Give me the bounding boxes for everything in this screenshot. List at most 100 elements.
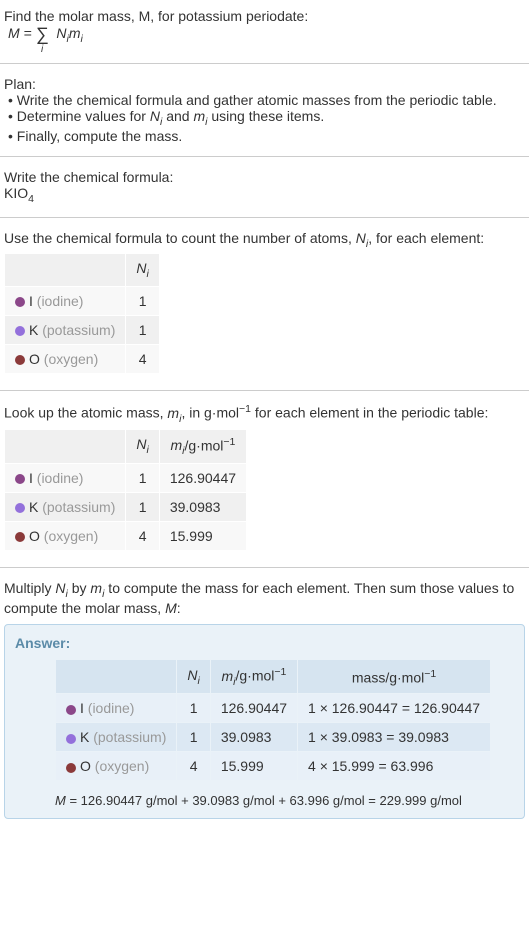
th-N: N <box>187 667 197 683</box>
answer-box: Answer: Ni mi/g·mol−1 mass/g·mol−1 I (io… <box>4 624 525 819</box>
mult-m: m <box>90 580 102 596</box>
divider <box>0 390 529 391</box>
table-row: K (potassium) 1 39.0983 <box>5 493 247 522</box>
var-M: M <box>8 25 20 41</box>
elem-name: (oxygen) <box>95 758 149 774</box>
table-row: I (iodine) 1 <box>5 287 160 316</box>
divider <box>0 217 529 218</box>
elem-sym: K <box>80 729 89 745</box>
table-header-empty <box>56 659 177 693</box>
elem-sym: I <box>80 700 84 716</box>
th-mass: mass/g·mol <box>352 669 424 685</box>
table-row: I (iodine) 1 126.90447 1 × 126.90447 = 1… <box>56 694 491 723</box>
table-header-m: mi/g·mol−1 <box>159 429 246 463</box>
element-dot-icon <box>15 355 25 365</box>
elem-name: (potassium) <box>42 499 115 515</box>
th-N: N <box>136 436 146 452</box>
element-dot-icon <box>15 532 25 542</box>
chem-formula-title: Write the chemical formula: <box>4 169 525 185</box>
elem-sym: I <box>29 293 33 309</box>
divider <box>0 156 529 157</box>
multiply-section: Multiply Ni by mi to compute the mass fo… <box>0 576 529 620</box>
elem-name: (iodine) <box>88 700 135 716</box>
elem-name: (iodine) <box>37 293 84 309</box>
element-cell: K (potassium) <box>5 316 126 345</box>
element-cell: O (oxygen) <box>5 522 126 551</box>
bullet2-end: using these items. <box>207 108 324 124</box>
elem-name: (potassium) <box>93 729 166 745</box>
plan-section: Plan: • Write the chemical formula and g… <box>0 72 529 148</box>
table-row: O (oxygen) 4 15.999 4 × 15.999 = 63.996 <box>56 752 491 781</box>
th-i: i <box>147 268 149 280</box>
element-dot-icon <box>15 503 25 513</box>
table-header-empty <box>5 254 126 287</box>
th-m-neg1: −1 <box>274 666 286 678</box>
elem-mass: 39.0983 <box>159 493 246 522</box>
mult-colon: : <box>177 600 181 616</box>
plan-bullet-2: • Determine values for Ni and mi using t… <box>4 108 525 128</box>
lookup-text-b: , in g·mol <box>181 405 239 421</box>
mult-M: M <box>165 600 177 616</box>
bullet2-and: and <box>162 108 193 124</box>
elem-count: 1 <box>126 287 159 316</box>
elem-name: (oxygen) <box>44 528 98 544</box>
table-header-N: Ni <box>126 254 159 287</box>
elem-count: 1 <box>126 464 159 493</box>
sub-i2: i <box>81 33 83 45</box>
table-row: K (potassium) 1 <box>5 316 160 345</box>
count-text-b: , for each element: <box>368 230 484 246</box>
elem-sym: O <box>80 758 91 774</box>
plan-bullet-1: • Write the chemical formula and gather … <box>4 92 525 108</box>
bullet2-text-a: • Determine values for <box>8 108 150 124</box>
elem-name: (iodine) <box>37 470 84 486</box>
lookup-text-c: for each element in the periodic table: <box>251 405 488 421</box>
formula-kio: KIO <box>4 185 28 201</box>
molar-mass-formula: M = ∑i Nimi <box>4 23 87 43</box>
sigma-container: ∑i <box>36 24 49 45</box>
elem-count: 4 <box>126 522 159 551</box>
element-dot-icon <box>15 297 25 307</box>
th-unit: /g·mol <box>185 437 224 453</box>
element-cell: K (potassium) <box>56 723 177 752</box>
elem-sym: O <box>29 528 40 544</box>
element-cell: O (oxygen) <box>5 345 126 374</box>
elem-name: (potassium) <box>42 322 115 338</box>
answer-table: Ni mi/g·mol−1 mass/g·mol−1 I (iodine) 1 … <box>55 659 491 781</box>
table-header-empty <box>5 429 126 463</box>
lookup-neg1: −1 <box>239 403 251 415</box>
table-header-m: mi/g·mol−1 <box>210 659 297 693</box>
element-cell: I (iodine) <box>5 464 126 493</box>
final-M: M <box>55 793 66 808</box>
chemical-formula-section: Write the chemical formula: KIO4 <box>0 165 529 209</box>
chem-formula: KIO4 <box>4 185 525 205</box>
lookup-text-a: Look up the atomic mass, <box>4 405 167 421</box>
intro-text: Find the molar mass, M, for potassium pe… <box>4 8 308 24</box>
lookup-section: Look up the atomic mass, mi, in g·mol−1 … <box>0 399 529 559</box>
mult-by: by <box>68 580 91 596</box>
bullet2-N: N <box>150 108 160 124</box>
elem-mass: 15.999 <box>159 522 246 551</box>
elem-mass-calc: 1 × 39.0983 = 39.0983 <box>298 723 491 752</box>
elem-mass: 15.999 <box>210 752 297 781</box>
mult-text-a: Multiply <box>4 580 55 596</box>
formula-sub4: 4 <box>28 193 34 205</box>
elem-count: 1 <box>126 316 159 345</box>
elem-mass: 126.90447 <box>159 464 246 493</box>
table-header-mass: mass/g·mol−1 <box>298 659 491 693</box>
equals-sign: = <box>20 25 36 41</box>
table-row: K (potassium) 1 39.0983 1 × 39.0983 = 39… <box>56 723 491 752</box>
elem-sym: K <box>29 322 38 338</box>
elem-sym: I <box>29 470 33 486</box>
atom-count-table: Ni I (iodine) 1 K (potassium) 1 O (oxyge… <box>4 253 160 374</box>
elem-mass-calc: 4 × 15.999 = 63.996 <box>298 752 491 781</box>
var-m: m <box>69 25 81 41</box>
element-dot-icon <box>66 734 76 744</box>
sigma-symbol: ∑ <box>36 24 49 45</box>
intro-section: Find the molar mass, M, for potassium pe… <box>0 4 529 55</box>
element-dot-icon <box>66 705 76 715</box>
elem-name: (oxygen) <box>44 351 98 367</box>
element-cell: I (iodine) <box>56 694 177 723</box>
th-m: m <box>170 437 182 453</box>
count-section: Use the chemical formula to count the nu… <box>0 226 529 383</box>
divider <box>0 63 529 64</box>
